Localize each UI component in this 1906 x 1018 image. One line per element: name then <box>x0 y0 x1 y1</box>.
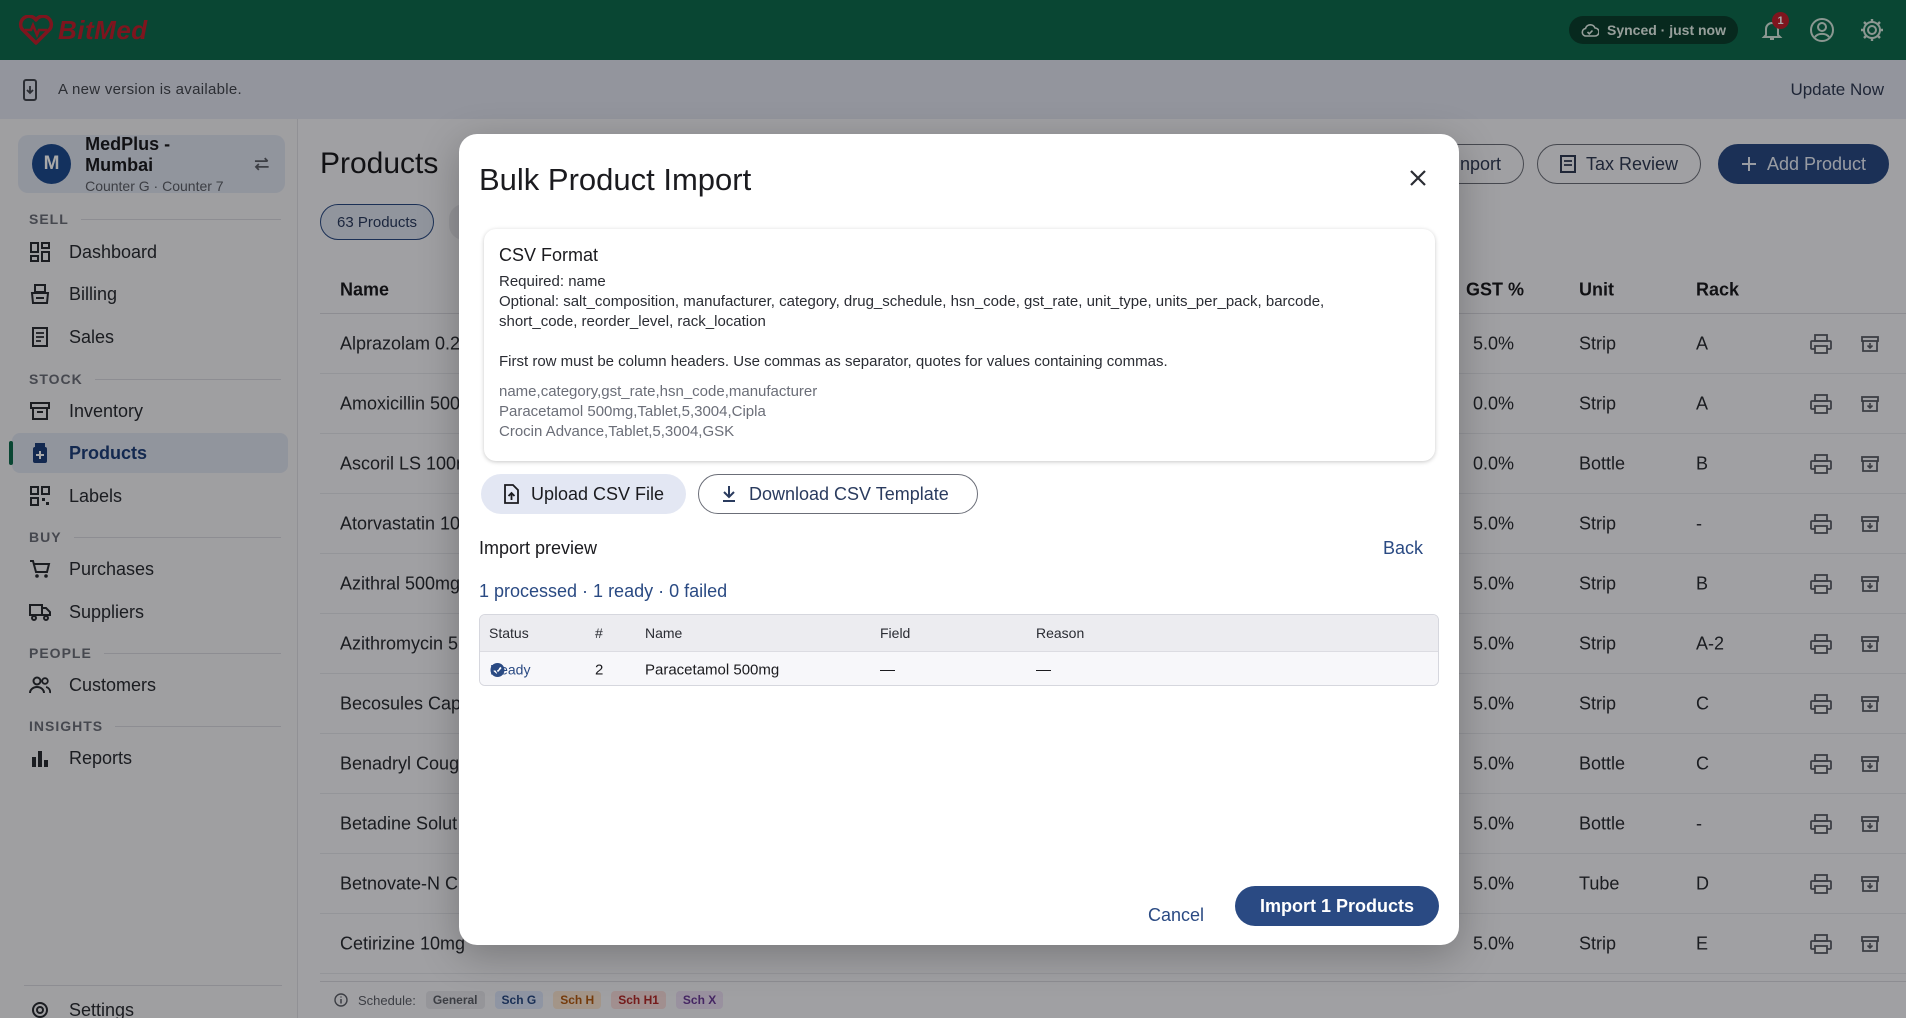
close-icon <box>1410 170 1426 186</box>
row-product-name: Paracetamol 500mg <box>645 661 780 678</box>
status-badge: Ready <box>490 662 530 678</box>
preview-col-reason: Reason <box>1036 625 1085 641</box>
import-products-button[interactable]: Import 1 Products <box>1235 886 1439 926</box>
dialog-title: Bulk Product Import <box>479 162 752 197</box>
back-button[interactable]: Back <box>1383 538 1423 559</box>
import-preview-table: Status # Name Field Reason Ready 2 Parac… <box>479 614 1439 686</box>
csv-format-title: CSV Format <box>499 245 599 265</box>
upload-csv-button[interactable]: Upload CSV File <box>481 474 687 514</box>
csv-example-line: Paracetamol 500mg,Tablet,5,3004,Cipla <box>499 403 766 420</box>
bulk-import-dialog: Bulk Product Import CSV Format Required:… <box>459 134 1459 945</box>
csv-example-line: name,category,gst_rate,hsn_code,manufact… <box>499 383 818 400</box>
preview-col-field: Field <box>880 625 911 641</box>
csv-optional-1: Optional: salt_composition, manufacturer… <box>499 293 1325 310</box>
preview-col-status: Status <box>489 625 529 641</box>
import-preview-title: Import preview <box>479 538 598 558</box>
csv-note: First row must be column headers. Use co… <box>499 353 1168 370</box>
download-icon <box>723 486 735 502</box>
csv-format-card: CSV Format Required: name Optional: salt… <box>484 229 1435 461</box>
cancel-button[interactable]: Cancel <box>1148 905 1204 926</box>
csv-required: Required: name <box>499 273 606 290</box>
upload-file-icon <box>504 484 519 504</box>
download-template-button[interactable]: Download CSV Template <box>698 474 978 514</box>
preview-col-name: Name <box>645 625 683 641</box>
preview-col-number: # <box>595 625 603 641</box>
table-row: Ready 2 Paracetamol 500mg — — <box>480 651 1438 685</box>
status-text: Ready <box>490 661 531 678</box>
download-template-label: Download CSV Template <box>749 483 949 504</box>
row-reason: — <box>1036 661 1051 678</box>
preview-table-header: Status # Name Field Reason <box>480 615 1438 651</box>
csv-optional-2: short_code, reorder_level, rack_location <box>499 313 766 330</box>
close-button[interactable] <box>1398 158 1438 198</box>
upload-csv-label: Upload CSV File <box>531 483 665 504</box>
import-summary: 1 processed · 1 ready · 0 failed <box>479 581 728 601</box>
row-field: — <box>880 661 895 678</box>
row-number: 2 <box>595 661 604 678</box>
csv-example-line: Crocin Advance,Tablet,5,3004,GSK <box>499 423 735 440</box>
